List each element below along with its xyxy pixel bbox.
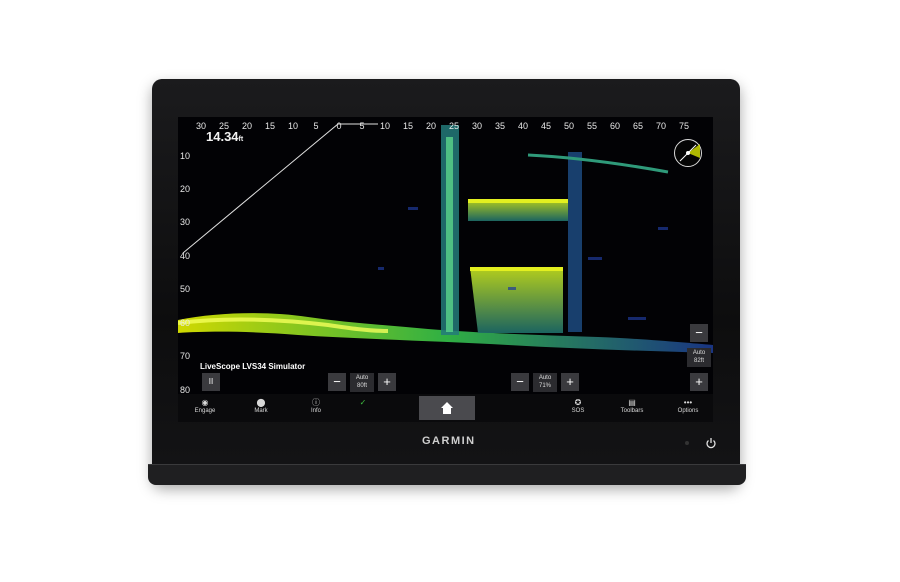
depth-value-display[interactable]: Auto 82ft <box>687 348 711 367</box>
range-label: 0 <box>336 121 342 131</box>
range-label: 50 <box>563 121 574 131</box>
depth-label: 50 <box>180 284 191 294</box>
range-plus-button[interactable]: + <box>378 373 396 391</box>
gain-minus-button[interactable]: − <box>511 373 529 391</box>
range-label: 20 <box>425 121 436 131</box>
brand-logo: GARMIN <box>422 435 476 447</box>
depth-mode: Auto <box>692 350 706 356</box>
depth-readout: 14.34ft <box>206 129 243 144</box>
gain-mode: Auto <box>538 375 552 381</box>
transducer-orientation-icon <box>679 144 700 162</box>
range-label: 5 <box>359 121 365 131</box>
depth-label: 20 <box>180 184 191 194</box>
simulator-label: LiveScope LVS34 Simulator <box>200 362 306 371</box>
options-label: Options <box>677 408 699 414</box>
home-button[interactable] <box>419 396 475 420</box>
info-label: Info <box>310 408 321 414</box>
gain-value-display[interactable]: Auto 71% <box>533 373 557 392</box>
range-label: 35 <box>494 121 505 131</box>
range-value-display[interactable]: Auto 80ft <box>350 373 374 392</box>
range-value: 80ft <box>356 383 367 389</box>
lifebuoy-icon: ✪ <box>574 398 582 407</box>
depth-label: 40 <box>180 251 191 261</box>
power-icon[interactable] <box>705 437 717 449</box>
depth-plus-button[interactable]: + <box>690 373 708 391</box>
range-label: 10 <box>379 121 390 131</box>
info-button[interactable]: ⓘ Info <box>296 398 336 414</box>
sonar-screen: 30 25 20 15 10 5 0 5 10 15 20 25 30 35 4… <box>178 117 713 422</box>
pause-button[interactable]: II <box>202 373 220 391</box>
range-label: 40 <box>517 121 528 131</box>
depth-label: 70 <box>180 351 191 361</box>
sonar-structure-block <box>470 267 563 333</box>
engage-icon: ◉ <box>201 398 209 407</box>
range-label: 15 <box>264 121 275 131</box>
engage-label: Engage <box>194 408 216 414</box>
depth-label: 30 <box>180 217 191 227</box>
options-button[interactable]: ••• Options <box>668 398 708 414</box>
range-label: 65 <box>632 121 643 131</box>
depth-label: 60 <box>180 318 191 328</box>
range-label: 5 <box>313 121 319 131</box>
toolbars-button[interactable]: ▤ Toolbars <box>612 398 652 414</box>
depth-label: 10 <box>180 151 191 161</box>
range-label: 55 <box>586 121 597 131</box>
status-led <box>685 441 689 445</box>
range-mode: Auto <box>355 375 369 381</box>
sonar-structure-top-line <box>527 153 669 174</box>
compass-icon[interactable] <box>674 139 702 167</box>
engage-button[interactable]: ◉ Engage <box>185 398 225 414</box>
status-button[interactable]: ✓ <box>343 398 383 408</box>
map-pin-icon: ⬤ <box>256 398 266 407</box>
livescope-sonar-view[interactable] <box>178 117 713 422</box>
gain-value: 71% <box>538 383 551 389</box>
range-minus-button[interactable]: − <box>328 373 346 391</box>
sonar-structure-post-right <box>568 152 582 332</box>
range-label: 45 <box>540 121 551 131</box>
more-dots-icon: ••• <box>683 398 693 407</box>
gain-plus-button[interactable]: + <box>561 373 579 391</box>
range-label: 25 <box>448 121 459 131</box>
sos-label: SOS <box>571 408 585 414</box>
depth-minus-button[interactable]: − <box>690 324 708 342</box>
toolbars-label: Toolbars <box>620 408 644 414</box>
range-label: 10 <box>287 121 298 131</box>
mark-button[interactable]: ⬤ Mark <box>241 398 281 414</box>
range-label: 75 <box>678 121 689 131</box>
range-label: 60 <box>609 121 620 131</box>
status-check-icon: ✓ <box>359 398 367 407</box>
range-label: 70 <box>655 121 666 131</box>
toolbars-icon: ▤ <box>628 398 636 407</box>
range-label: 15 <box>402 121 413 131</box>
info-icon: ⓘ <box>312 398 320 407</box>
mark-label: Mark <box>254 408 268 414</box>
sos-button[interactable]: ✪ SOS <box>558 398 598 414</box>
range-label: 30 <box>471 121 482 131</box>
depth-range-value: 82ft <box>693 358 704 364</box>
device-bottom-bezel <box>148 464 746 485</box>
home-icon <box>441 402 453 414</box>
depth-value: 14.34 <box>206 129 239 144</box>
depth-unit: ft <box>238 136 244 143</box>
